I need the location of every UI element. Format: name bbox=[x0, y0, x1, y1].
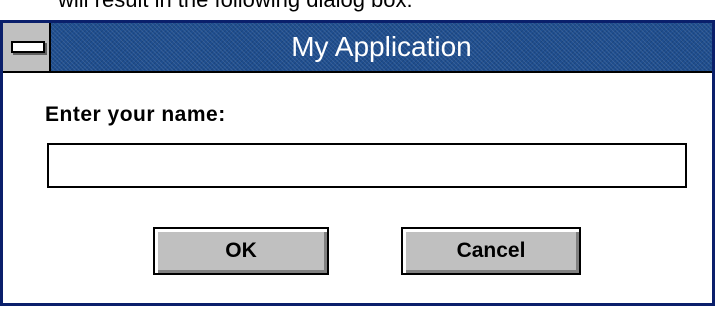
dialog-window: My Application Enter your name: OK Cance… bbox=[0, 20, 715, 306]
ok-button[interactable]: OK bbox=[153, 227, 329, 275]
title-bar[interactable]: My Application bbox=[3, 23, 712, 73]
name-prompt-label: Enter your name: bbox=[45, 103, 226, 126]
system-menu-icon bbox=[11, 41, 45, 53]
cancel-button[interactable]: Cancel bbox=[401, 227, 581, 275]
window-title: My Application bbox=[291, 31, 472, 62]
system-menu-button[interactable] bbox=[3, 23, 51, 71]
name-input[interactable] bbox=[47, 143, 687, 188]
caption-text: will result in the following dialog box: bbox=[58, 0, 413, 12]
screen: will result in the following dialog box:… bbox=[0, 0, 715, 309]
